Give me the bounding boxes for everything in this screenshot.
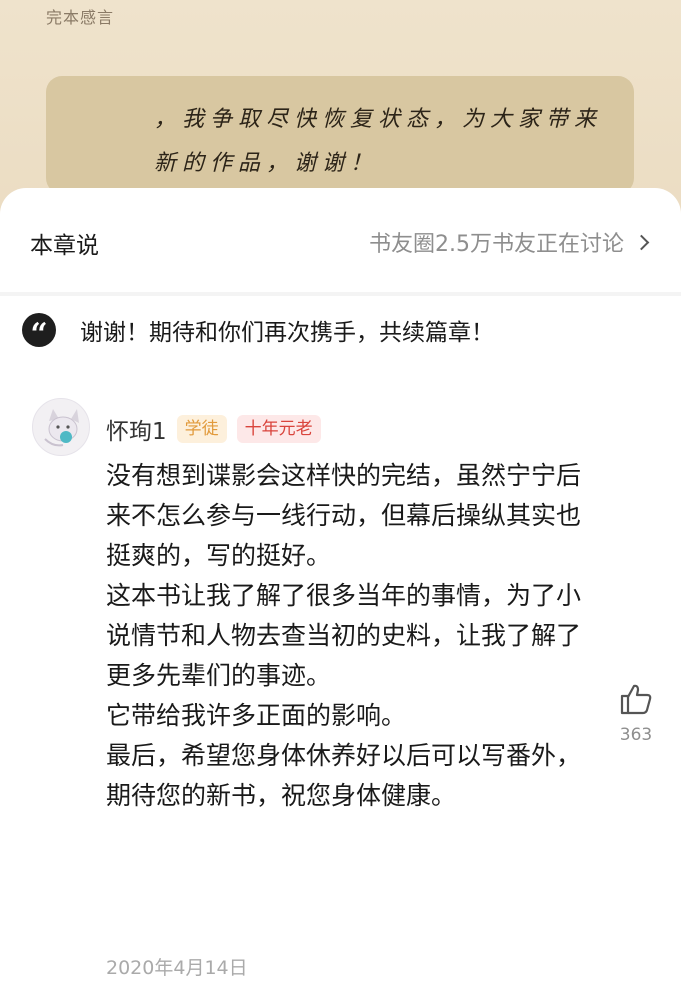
comments-sheet: 本章说 书友圈2.5万书友正在讨论 “ 谢谢！期待和你们再次携手，共续篇章！ 怀…: [0, 188, 681, 1000]
chapter-comments-title: 本章说: [30, 233, 99, 259]
chapter-header-title: 完本感言: [46, 8, 115, 27]
author-note-card: ，我争取尽快恢复状态，为大家带来新的作品，谢谢！: [46, 76, 634, 194]
comment-user-row: 怀珣1 学徒 十年元老: [106, 412, 321, 446]
comment-paragraph: 最后，希望您身体休养好以后可以写番外，期待您的新书，祝您身体健康。: [106, 741, 582, 810]
fox-avatar-icon: [44, 409, 79, 447]
chevron-right-icon: [633, 234, 650, 250]
quote-icon: “: [22, 313, 56, 352]
username[interactable]: 怀珣1: [106, 412, 167, 446]
author-note-text: ，我争取尽快恢复状态，为大家带来新的作品，谢谢！: [154, 107, 603, 176]
like-button[interactable]: 363: [612, 683, 660, 745]
author-reply: “ 谢谢！期待和你们再次携手，共续篇章！: [22, 313, 661, 352]
comment-paragraph: 这本书让我了解了很多当年的事情，为了小说情节和人物去查当初的史料，让我了解了更多…: [106, 581, 582, 690]
comment-paragraph: 它带给我许多正面的影响。: [106, 701, 407, 730]
badge-veteran: 十年元老: [236, 415, 321, 443]
thumbs-up-icon: [620, 684, 652, 715]
comment-text[interactable]: 没有想到谍影会这样快的完结，虽然宁宁后来不怎么参与一线行动，但幕后操纵其实也挺爽…: [106, 456, 586, 816]
like-count: 363: [619, 725, 653, 745]
book-circle-link-label: 书友圈2.5万书友正在讨论: [369, 232, 624, 257]
comment-date: 2020年4月14日: [106, 957, 248, 979]
badge-apprentice: 学徒: [176, 415, 227, 443]
avatar[interactable]: [32, 398, 90, 456]
chapter-comments-bar[interactable]: 本章说 书友圈2.5万书友正在讨论: [0, 188, 681, 292]
book-circle-link[interactable]: 书友圈2.5万书友正在讨论: [369, 226, 650, 258]
author-reply-text: 谢谢！期待和你们再次携手，共续篇章！: [80, 320, 494, 346]
divider: [0, 292, 681, 296]
comment-paragraph: 没有想到谍影会这样快的完结，虽然宁宁后来不怎么参与一线行动，但幕后操纵其实也挺爽…: [106, 461, 582, 570]
